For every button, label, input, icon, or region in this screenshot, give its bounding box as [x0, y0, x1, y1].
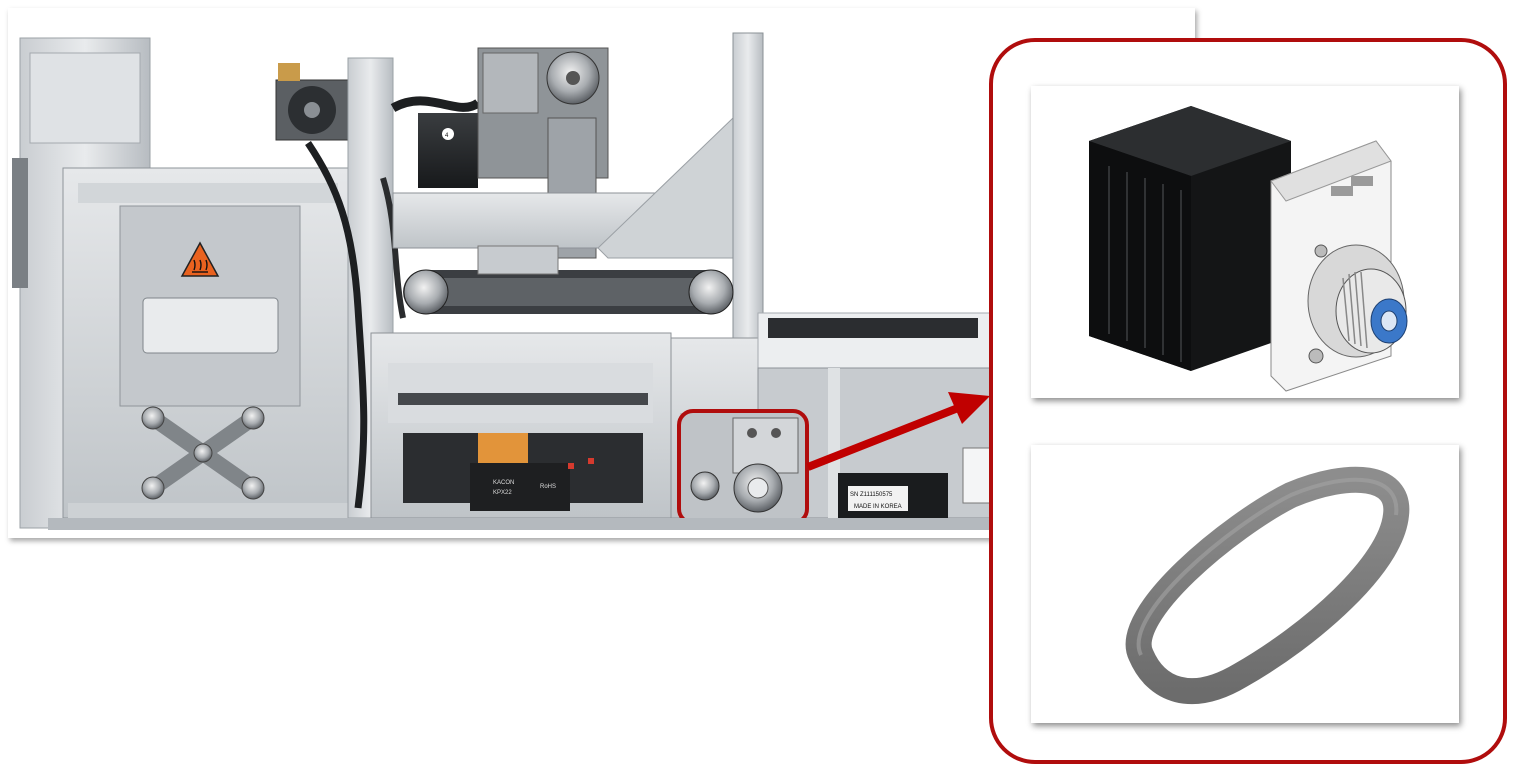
serial-number-label: SN Z111150575 — [850, 492, 893, 498]
relay-model: KPX22 — [493, 490, 512, 496]
belt-inset — [1031, 445, 1459, 723]
motor-inset — [1031, 86, 1459, 398]
pulley-motor-assembly — [680, 413, 805, 523]
motor-icon — [1089, 106, 1408, 392]
belt-icon — [1125, 466, 1410, 704]
relay-brand: KACON — [493, 480, 514, 486]
relay-rohs: RoHS — [540, 484, 556, 490]
made-in-label: MADE IN KOREA — [854, 504, 902, 510]
